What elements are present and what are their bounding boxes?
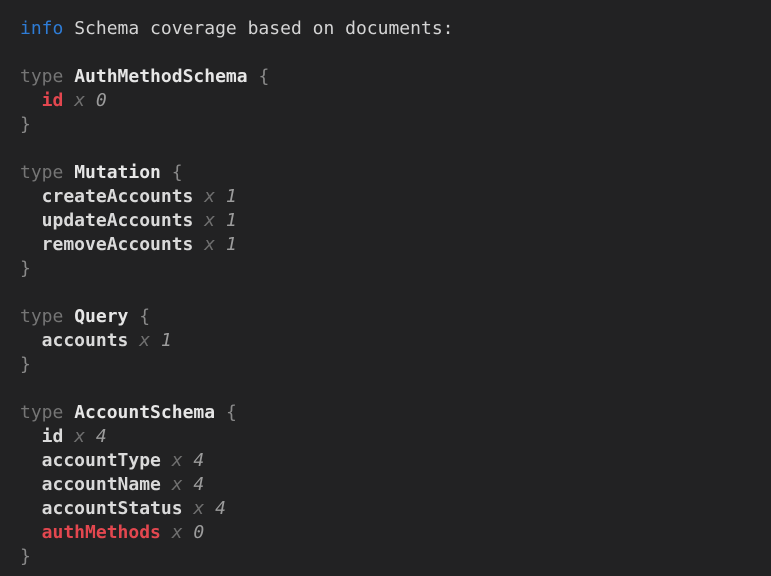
info-label: info xyxy=(20,18,63,39)
type-declaration-line: type AuthMethodSchema { xyxy=(20,65,759,89)
usage-count: 4 xyxy=(96,426,107,447)
field-line: createAccounts x 1 xyxy=(20,185,759,209)
type-keyword: type xyxy=(20,66,63,87)
field-name: updateAccounts xyxy=(42,210,194,231)
type-keyword: type xyxy=(20,402,63,423)
usage-count: 0 xyxy=(96,90,107,111)
close-brace: } xyxy=(20,354,31,375)
field-line: accounts x 1 xyxy=(20,329,759,353)
times-marker: x xyxy=(204,210,215,231)
field-name: id xyxy=(42,426,64,447)
times-marker: x xyxy=(139,330,150,351)
field-name: createAccounts xyxy=(42,186,194,207)
field-name: accountName xyxy=(42,474,161,495)
field-line: accountType x 4 xyxy=(20,449,759,473)
open-brace: { xyxy=(172,162,183,183)
field-name: accountStatus xyxy=(42,498,183,519)
field-name: accountType xyxy=(42,450,161,471)
blank-line xyxy=(20,41,759,65)
usage-count: 4 xyxy=(193,474,204,495)
usage-count: 1 xyxy=(226,186,237,207)
type-declaration-line: type Query { xyxy=(20,305,759,329)
closing-brace-line: } xyxy=(20,113,759,137)
type-name: Mutation xyxy=(74,162,161,183)
closing-brace-line: } xyxy=(20,353,759,377)
type-name: Query xyxy=(74,306,128,327)
terminal-output: info Schema coverage based on documents:… xyxy=(0,0,771,576)
field-name: accounts xyxy=(42,330,129,351)
type-name: AccountSchema xyxy=(74,402,215,423)
usage-count: 1 xyxy=(226,234,237,255)
open-brace: { xyxy=(258,66,269,87)
times-marker: x xyxy=(204,234,215,255)
usage-count: 0 xyxy=(193,522,204,543)
field-line: id x 4 xyxy=(20,425,759,449)
usage-count: 1 xyxy=(161,330,172,351)
closing-brace-line: } xyxy=(20,545,759,569)
field-name: removeAccounts xyxy=(42,234,194,255)
type-name: AuthMethodSchema xyxy=(74,66,247,87)
times-marker: x xyxy=(74,426,85,447)
blank-line xyxy=(20,377,759,401)
field-line: accountName x 4 xyxy=(20,473,759,497)
type-keyword: type xyxy=(20,162,63,183)
times-marker: x xyxy=(172,522,183,543)
info-message: Schema coverage based on documents: xyxy=(74,18,453,39)
close-brace: } xyxy=(20,114,31,135)
type-declaration-line: type Mutation { xyxy=(20,161,759,185)
info-line: info Schema coverage based on documents: xyxy=(20,17,759,41)
open-brace: { xyxy=(139,306,150,327)
times-marker: x xyxy=(74,90,85,111)
close-brace: } xyxy=(20,546,31,567)
field-name-uncovered: id xyxy=(42,90,64,111)
times-marker: x xyxy=(172,450,183,471)
times-marker: x xyxy=(204,186,215,207)
field-name-uncovered: authMethods xyxy=(42,522,161,543)
type-keyword: type xyxy=(20,306,63,327)
open-brace: { xyxy=(226,402,237,423)
usage-count: 1 xyxy=(226,210,237,231)
times-marker: x xyxy=(193,498,204,519)
blank-line xyxy=(20,137,759,161)
type-declaration-line: type AccountSchema { xyxy=(20,401,759,425)
usage-count: 4 xyxy=(215,498,226,519)
close-brace: } xyxy=(20,258,31,279)
field-line: id x 0 xyxy=(20,89,759,113)
field-line: removeAccounts x 1 xyxy=(20,233,759,257)
field-line: authMethods x 0 xyxy=(20,521,759,545)
times-marker: x xyxy=(172,474,183,495)
field-line: accountStatus x 4 xyxy=(20,497,759,521)
blank-line xyxy=(20,281,759,305)
usage-count: 4 xyxy=(193,450,204,471)
closing-brace-line: } xyxy=(20,257,759,281)
field-line: updateAccounts x 1 xyxy=(20,209,759,233)
